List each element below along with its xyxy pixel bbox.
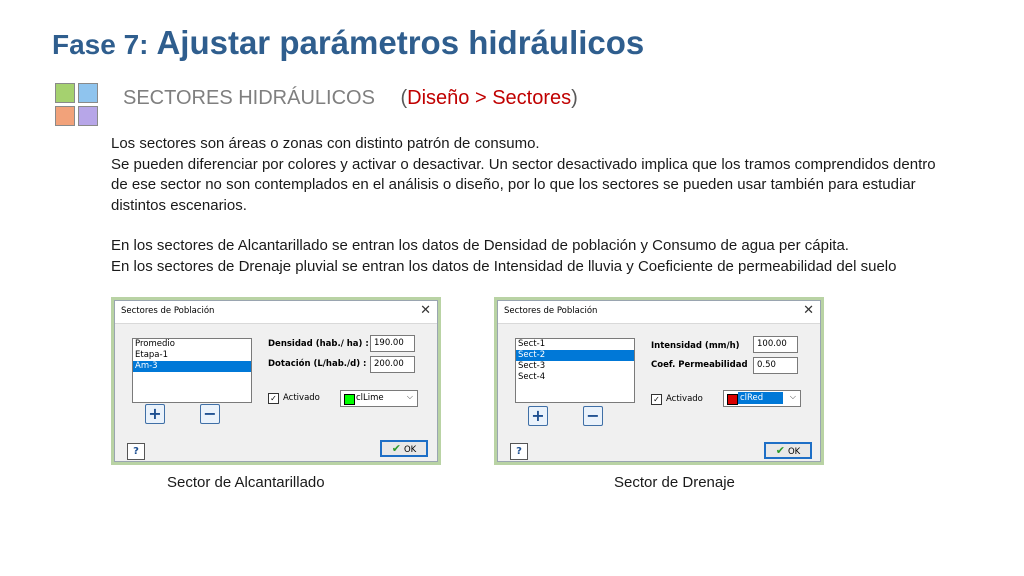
densidad-label: Densidad (hab./ ha) :	[268, 339, 369, 349]
remove-sector-button[interactable]: −	[200, 404, 220, 424]
add-sector-button[interactable]: +	[145, 404, 165, 424]
ok-label: OK	[787, 447, 801, 457]
list-item[interactable]: Promedio	[133, 339, 251, 350]
dotacion-label: Dotación (L/hab./d) :	[268, 359, 367, 369]
check-icon: ✔	[391, 442, 401, 455]
dotacion-input[interactable]: 200.00	[370, 356, 415, 373]
activado-label: Activado	[283, 393, 320, 403]
title-prefix: Fase 7:	[52, 29, 149, 60]
path-close: )	[571, 87, 578, 109]
list-item[interactable]: Etapa-1	[133, 350, 251, 361]
intensidad-input[interactable]: 100.00	[753, 336, 798, 353]
list-item[interactable]: Am-3	[133, 361, 251, 372]
chevron-down-icon[interactable]: ⌵	[790, 392, 796, 402]
add-sector-button[interactable]: +	[528, 406, 548, 426]
check-icon: ✔	[775, 444, 785, 457]
sector-listbox[interactable]: Promedio Etapa-1 Am-3	[132, 338, 252, 403]
dialog-titlebar: Sectores de Población ✕	[115, 301, 437, 324]
caption-drenaje: Sector de Drenaje	[614, 474, 735, 491]
paragraph-4: En los sectores de Drenaje pluvial se en…	[111, 257, 897, 275]
paragraph-2: Se pueden diferenciar por colores y acti…	[111, 155, 936, 214]
color-value: clLime	[356, 393, 384, 403]
activado-label: Activado	[666, 394, 703, 404]
slide-title: Fase 7: Ajustar parámetros hidráulicos	[52, 24, 644, 62]
menu-path: Diseño > Sectores	[407, 87, 572, 109]
caption-alcantarillado: Sector de Alcantarillado	[167, 474, 325, 491]
intensidad-label: Intensidad (mm/h)	[651, 341, 740, 351]
paragraph-3: En los sectores de Alcantarillado se ent…	[111, 237, 849, 254]
permeabilidad-input[interactable]: 0.50	[753, 357, 798, 374]
densidad-input[interactable]: 190.00	[370, 335, 415, 352]
dialog-titlebar: Sectores de Población ✕	[498, 301, 820, 324]
ok-button[interactable]: ✔ OK	[380, 440, 428, 457]
close-icon[interactable]: ✕	[420, 303, 431, 319]
color-select[interactable]: clLime ⌵	[340, 390, 418, 407]
ok-button[interactable]: ✔ OK	[764, 442, 812, 459]
color-swatch	[344, 394, 355, 405]
sectors-logo-icon	[55, 83, 99, 127]
list-item[interactable]: Sect-1	[516, 339, 634, 350]
sector-listbox[interactable]: Sect-1 Sect-2 Sect-3 Sect-4	[515, 338, 635, 403]
drainage-dialog-frame: Sectores de Población ✕ Sect-1 Sect-2 Se…	[494, 297, 824, 465]
title-main: Ajustar parámetros hidráulicos	[156, 24, 645, 61]
chevron-down-icon[interactable]: ⌵	[407, 392, 413, 402]
remove-sector-button[interactable]: −	[583, 406, 603, 426]
section-subtitle: SECTORES HIDRÁULICOS (Diseño > Sectores)	[123, 87, 578, 110]
color-select[interactable]: clRed ⌵	[723, 390, 801, 407]
sectores-dialog: Sectores de Población ✕ Sect-1 Sect-2 Se…	[497, 300, 821, 462]
paragraph-1: Los sectores son áreas o zonas con disti…	[111, 135, 540, 152]
help-button[interactable]: ?	[510, 443, 528, 460]
dialog-title: Sectores de Población	[121, 306, 215, 316]
sewer-dialog-frame: Sectores de Población ✕ Promedio Etapa-1…	[111, 297, 441, 465]
color-swatch	[727, 394, 738, 405]
color-value: clRed	[738, 392, 784, 404]
body-text: Los sectores son áreas o zonas con disti…	[111, 134, 951, 277]
close-icon[interactable]: ✕	[803, 303, 814, 319]
ok-label: OK	[403, 445, 417, 455]
sectores-dialog: Sectores de Población ✕ Promedio Etapa-1…	[114, 300, 438, 462]
list-item[interactable]: Sect-2	[516, 350, 634, 361]
dialog-title: Sectores de Población	[504, 306, 598, 316]
list-item[interactable]: Sect-3	[516, 361, 634, 372]
activado-checkbox[interactable]: ✓	[651, 394, 662, 405]
section-label: SECTORES HIDRÁULICOS	[123, 87, 375, 109]
list-item[interactable]: Sect-4	[516, 372, 634, 383]
activado-checkbox[interactable]: ✓	[268, 393, 279, 404]
help-button[interactable]: ?	[127, 443, 145, 460]
permeabilidad-label: Coef. Permeabilidad	[651, 360, 748, 370]
